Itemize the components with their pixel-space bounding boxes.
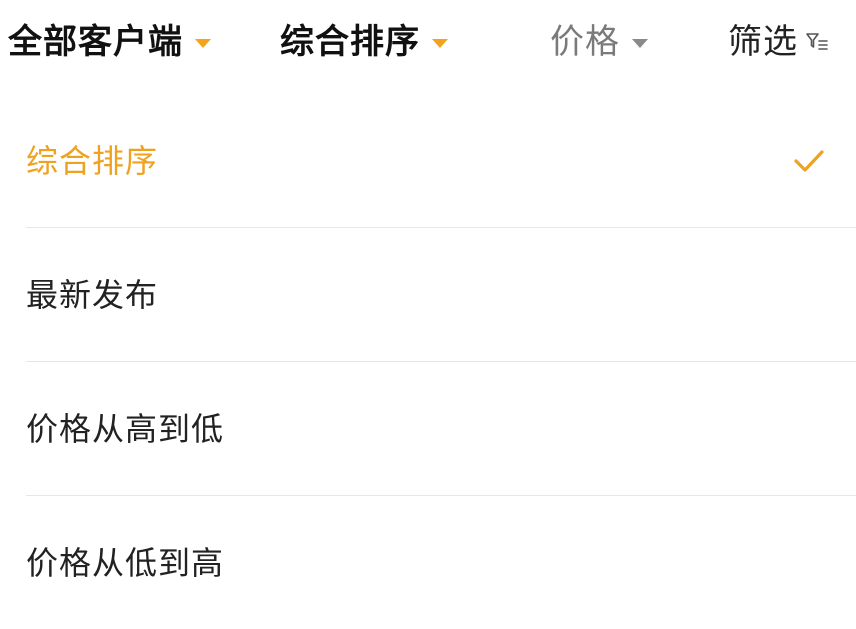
tab-all-clients[interactable]: 全部客户端 (8, 18, 211, 66)
sort-option-newest[interactable]: 最新发布 (26, 228, 856, 362)
sort-options-list: 综合排序 最新发布 价格从高到低 价格从低到高 (26, 94, 856, 629)
tab-all-clients-label: 全部客户端 (8, 22, 183, 62)
chevron-down-icon (195, 38, 211, 48)
tab-filter-label: 筛选 (728, 22, 798, 62)
tab-price[interactable]: 价格 (550, 18, 648, 66)
tab-sort[interactable]: 综合排序 (280, 18, 448, 66)
tab-price-label: 价格 (550, 22, 620, 62)
sort-option-price-asc[interactable]: 价格从低到高 (26, 496, 856, 629)
sort-option-label: 价格从高到低 (26, 409, 225, 448)
tab-filter[interactable]: 筛选 (728, 18, 830, 66)
chevron-down-icon (432, 38, 448, 48)
sort-option-label: 价格从低到高 (26, 543, 225, 582)
filter-bar: 全部客户端 综合排序 价格 筛选 (0, 0, 856, 88)
sort-option-label: 最新发布 (26, 275, 159, 314)
tab-sort-label: 综合排序 (280, 22, 420, 62)
sort-option-label: 综合排序 (26, 141, 159, 180)
checkmark-icon (794, 149, 824, 172)
sort-option-price-desc[interactable]: 价格从高到低 (26, 362, 856, 496)
chevron-down-icon (632, 38, 648, 48)
filter-icon (806, 33, 828, 50)
sort-option-comprehensive[interactable]: 综合排序 (26, 94, 856, 228)
